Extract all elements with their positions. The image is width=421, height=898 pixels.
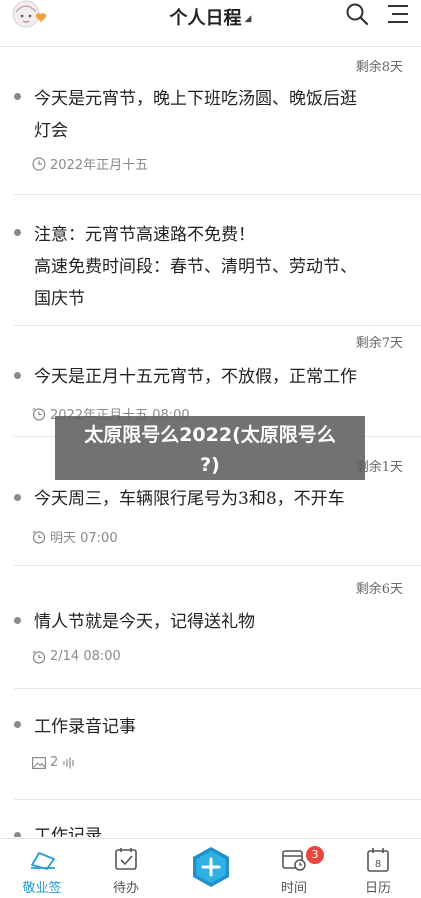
bullet-dot (14, 494, 21, 501)
item-text: 工作录音记事 (34, 711, 401, 743)
item-meta-text: 明天 07:00 (50, 531, 118, 546)
remaining-days: 剩余7天 (355, 336, 403, 351)
bullet-dot (14, 93, 21, 100)
alarm-repeat-icon (32, 650, 46, 664)
item-text-line: 工作录音记事 (34, 717, 136, 737)
alarm-repeat-icon (32, 530, 46, 544)
tab-label: 敬业签 (22, 881, 62, 896)
item-text-line: 今天周三，车辆限行尾号为3和8，不开车 (34, 489, 345, 509)
item-text-line: 今天是元宵节，晚上下班吃汤圆、晚饭后逛 (34, 89, 357, 109)
todo-check-icon (115, 848, 137, 870)
note-hand-icon (31, 852, 55, 870)
item-text-line: 工作记录 (34, 826, 102, 837)
bullet-dot (14, 617, 21, 624)
tab-label: 日历 (364, 881, 391, 896)
item-text: 今天是元宵节，晚上下班吃汤圆、晚饭后逛 灯会 (34, 83, 401, 147)
item-meta: 2/14 08:00 (32, 649, 121, 664)
add-button[interactable] (190, 846, 232, 888)
bullet-dot (14, 229, 21, 236)
item-text-line: 灯会 (34, 121, 68, 141)
image-icon (32, 756, 46, 769)
title-dropdown-icon: ◢ (244, 14, 252, 24)
list-item[interactable]: 工作录音记事 2 (14, 689, 421, 800)
alarm-repeat-icon (32, 407, 46, 421)
watermark-text: 太原限号么2022(太原限号么 (84, 424, 336, 446)
item-meta: 2 (32, 755, 76, 770)
bullet-dot (14, 832, 21, 837)
list-item[interactable]: 注意：元宵节高速路不免费！ 高速免费时间段：春节、清明节、劳动节、 国庆节 (14, 195, 421, 326)
list-item[interactable]: 剩余6天 情人节就是今天，记得送礼物 2/14 08:00 (14, 566, 421, 689)
tab-label: 待办 (112, 881, 139, 896)
bullet-dot (14, 372, 21, 379)
list-item[interactable]: 工作记录 (14, 800, 421, 837)
item-text: 今天是正月十五元宵节，不放假，正常工作 (34, 361, 401, 393)
watermark-overlay: 太原限号么2022(太原限号么 ?) (55, 416, 365, 480)
item-text-line: 注意：元宵节高速路不免费！ (34, 225, 255, 245)
item-text: 工作记录 (34, 820, 401, 837)
tab-time[interactable]: 时间 (252, 839, 336, 898)
item-text-line: 今天是正月十五元宵节，不放假，正常工作 (34, 367, 357, 387)
item-text: 今天周三，车辆限行尾号为3和8，不开车 (34, 483, 401, 515)
item-text-line: 国庆节 (34, 289, 85, 309)
item-meta-text: 2 (50, 755, 59, 770)
svg-text:8: 8 (375, 859, 381, 870)
item-meta: 明天 07:00 (32, 527, 118, 546)
audio-wave-icon (63, 757, 74, 768)
clock-icon (32, 156, 46, 171)
remaining-days: 剩余8天 (355, 60, 403, 75)
page-title-text: 个人日程 (169, 8, 242, 29)
calendar-icon: 8 (367, 848, 389, 872)
item-text-line: 高速免费时间段：春节、清明节、劳动节、 (34, 257, 357, 277)
item-meta-text: 2022年正月十五 (50, 158, 149, 173)
item-text: 注意：元宵节高速路不免费！ 高速免费时间段：春节、清明节、劳动节、 国庆节 (34, 219, 401, 315)
item-meta-text: 2/14 08:00 (50, 649, 121, 664)
add-icon (193, 847, 229, 887)
watermark-text: ?) (200, 454, 220, 476)
tab-label: 时间 (280, 881, 307, 896)
item-text-line: 情人节就是今天，记得送礼物 (34, 612, 255, 632)
calendar-clock-icon (282, 850, 306, 871)
tab-jingyeqian[interactable]: 敬业签 (0, 839, 84, 898)
notification-badge: 3 (306, 846, 324, 864)
remaining-days: 剩余6天 (355, 582, 403, 597)
menu-icon[interactable] (386, 2, 410, 26)
list-item[interactable]: 剩余8天 今天是元宵节，晚上下班吃汤圆、晚饭后逛 灯会 2022年正月十五 (14, 47, 421, 195)
item-text: 情人节就是今天，记得送礼物 (34, 606, 401, 638)
tab-calendar[interactable]: 8 日历 (336, 839, 420, 898)
app-header: 个人日程 ◢ (0, 0, 421, 47)
bullet-dot (14, 721, 21, 728)
search-icon[interactable] (345, 2, 369, 26)
item-meta: 2022年正月十五 (32, 154, 148, 173)
tab-todo[interactable]: 待办 (84, 839, 168, 898)
